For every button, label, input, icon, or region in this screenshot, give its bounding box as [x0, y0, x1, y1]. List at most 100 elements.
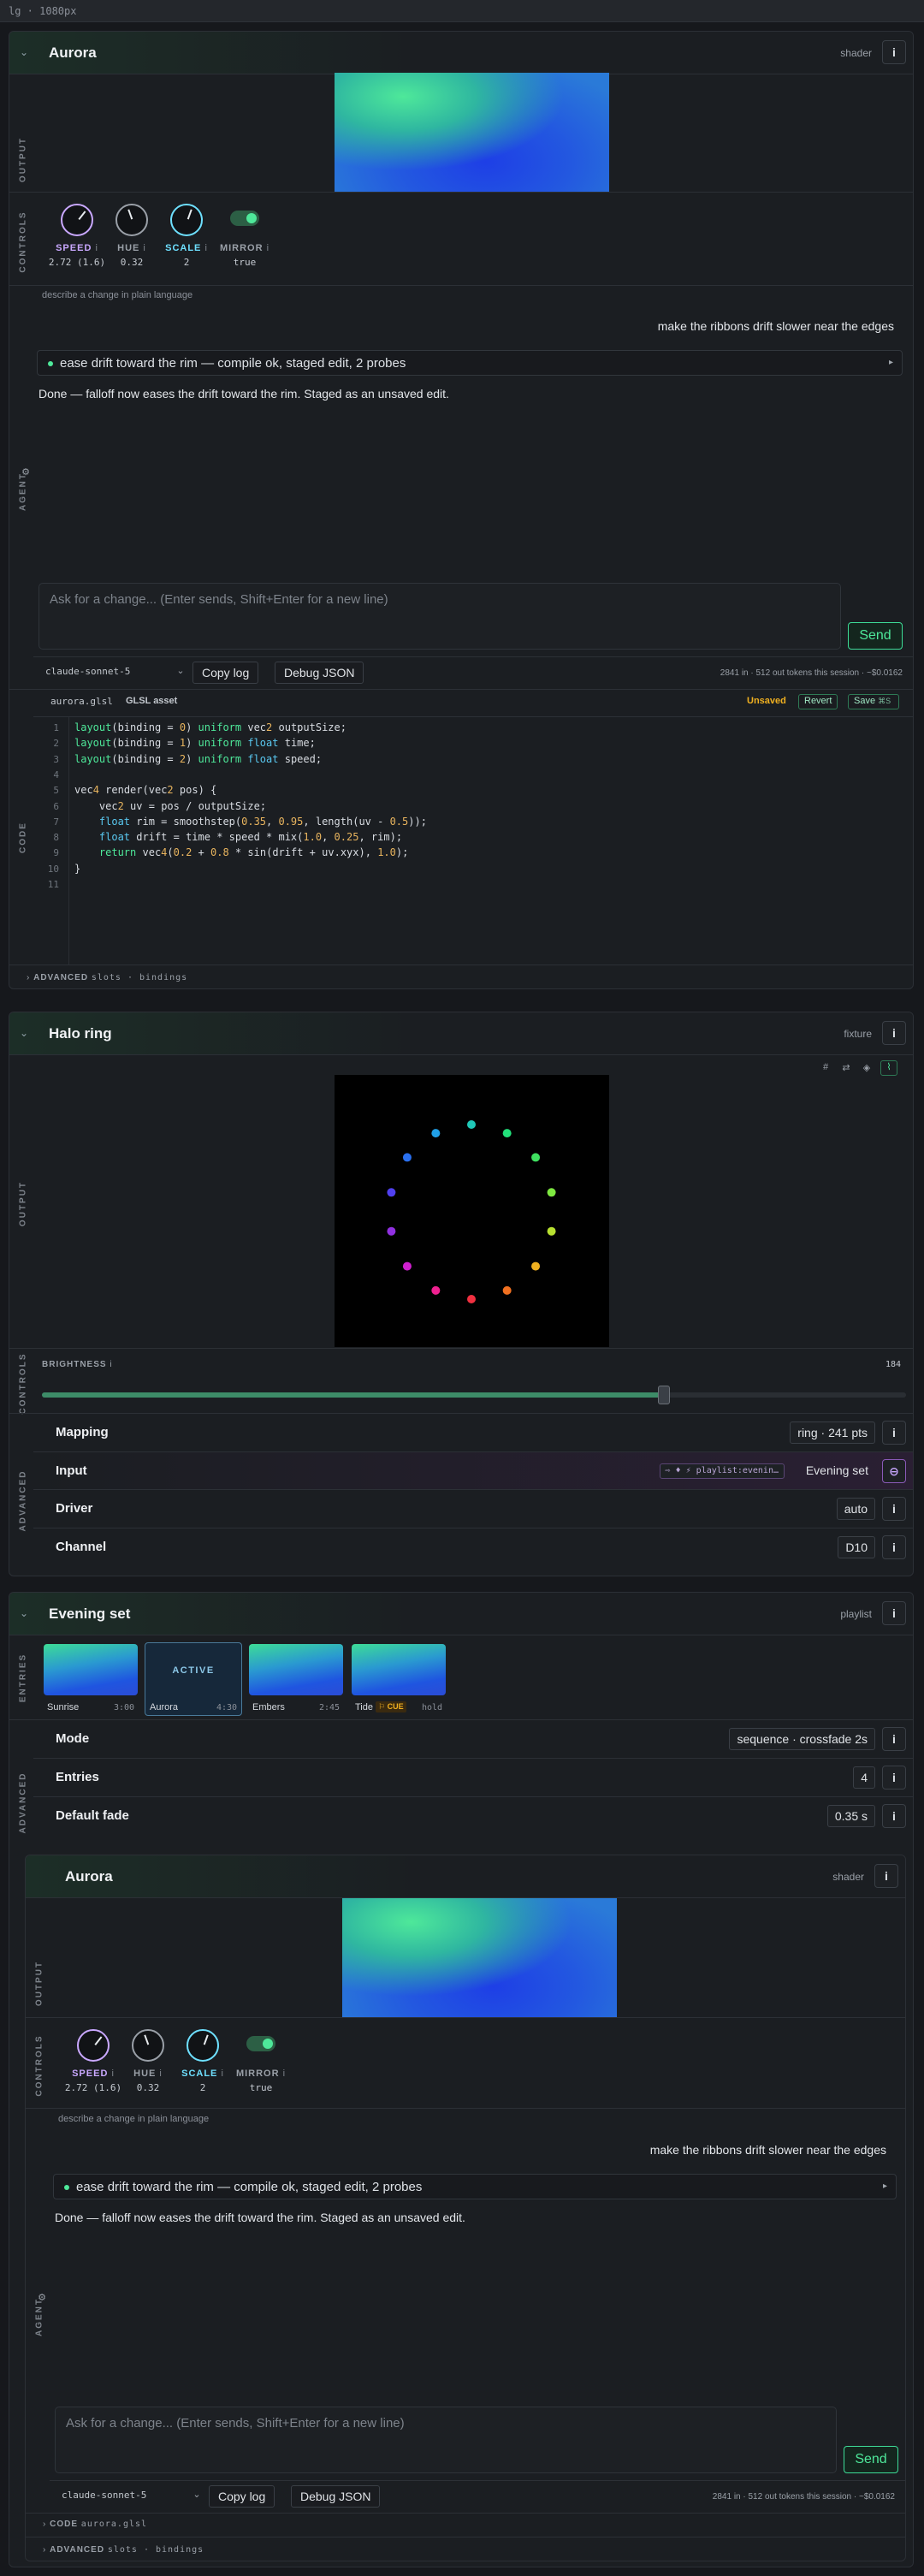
section-label-agent: AGENT	[18, 472, 28, 511]
speed-knob[interactable]	[77, 2029, 110, 2062]
chevron-down-icon[interactable]: ⌄	[172, 665, 189, 676]
copy-log-button[interactable]: Copy log	[192, 662, 259, 684]
hue-knob[interactable]	[132, 2029, 164, 2062]
section-label-agent: AGENT	[34, 2298, 44, 2336]
info-button[interactable]: i	[882, 1766, 906, 1790]
info-button[interactable]: i	[882, 1804, 906, 1828]
property-value[interactable]: sequence · crossfade 2s	[729, 1728, 875, 1750]
ring-pixel	[387, 1226, 396, 1236]
debug-json-button[interactable]: Debug JSON	[275, 662, 364, 684]
property-label: Mapping	[56, 1425, 109, 1439]
collapse-chevron-icon[interactable]: ⌄	[20, 1027, 28, 1039]
info-button[interactable]: i	[874, 1864, 898, 1888]
copy-log-button[interactable]: Copy log	[209, 2485, 275, 2508]
tool-call-row[interactable]: ease drift toward the rim — compile ok, …	[53, 2174, 897, 2199]
section-label-output: OUTPUT	[18, 1180, 28, 1227]
shuffle-icon[interactable]: ⇄	[838, 1062, 855, 1073]
property-value[interactable]: auto	[836, 1498, 875, 1520]
info-button[interactable]: i	[882, 40, 906, 64]
speed-knob[interactable]	[61, 204, 93, 236]
info-button[interactable]: i	[882, 1601, 906, 1625]
section-label-output: OUTPUT	[18, 136, 28, 183]
collapse-chevron-icon[interactable]: ⌄	[20, 46, 28, 58]
slider-handle[interactable]	[658, 1386, 671, 1404]
card-type: shader	[832, 1871, 864, 1883]
property-row-default-fade: Default fade 0.35 s i	[33, 1796, 913, 1834]
ring-pixel	[467, 1120, 476, 1129]
hue-knob[interactable]	[116, 204, 148, 236]
ask-input[interactable]: Ask for a change... (Enter sends, Shift+…	[55, 2407, 837, 2473]
grid-icon[interactable]: #	[817, 1062, 834, 1072]
save-label: Save	[854, 696, 876, 706]
ring-pixel	[547, 1188, 556, 1197]
playlist-entry[interactable]	[352, 1644, 446, 1695]
activity-icon[interactable]: ⌇	[880, 1060, 897, 1076]
mirror-label: MIRROR i	[235, 2069, 287, 2079]
ask-input[interactable]: Ask for a change... (Enter sends, Shift+…	[38, 583, 841, 650]
ring-pixel	[431, 1285, 441, 1295]
brightness-label: BRIGHTNESS i	[42, 1360, 113, 1369]
property-value[interactable]: ring · 241 pts	[790, 1422, 875, 1444]
property-value[interactable]: 0.35 s	[826, 1805, 875, 1827]
tool-call-row[interactable]: ease drift toward the rim — compile ok, …	[37, 350, 903, 376]
info-button[interactable]: i	[882, 1021, 906, 1045]
line-number: 7	[53, 816, 59, 828]
card-title: Aurora	[49, 45, 97, 61]
unsaved-badge: Unsaved	[747, 696, 786, 706]
mirror-toggle[interactable]	[230, 211, 259, 226]
model-select[interactable]: claude-sonnet-5	[62, 2490, 198, 2501]
property-row-mode: Mode sequence · crossfade 2s i	[33, 1719, 913, 1757]
brightness-value: 184	[885, 1360, 901, 1369]
collapse-chevron-icon[interactable]: ⌄	[20, 1607, 28, 1619]
property-value[interactable]: Evening set	[799, 1460, 875, 1482]
info-button[interactable]: i	[882, 1534, 906, 1559]
send-button[interactable]: Send	[844, 2446, 898, 2473]
shader-preview	[342, 1898, 617, 2017]
revert-button[interactable]: Revert	[798, 694, 838, 709]
line-number: 10	[47, 863, 59, 875]
line-number: 8	[53, 832, 59, 844]
scale-knob[interactable]	[187, 2029, 219, 2062]
model-select[interactable]: claude-sonnet-5	[45, 666, 182, 677]
section-label-output: OUTPUT	[34, 1960, 44, 2007]
active-badge: ACTIVE	[172, 1665, 215, 1676]
card-title: Evening set	[49, 1606, 131, 1622]
scale-knob[interactable]	[170, 204, 203, 236]
info-button[interactable]: i	[882, 1497, 906, 1521]
property-value[interactable]: D10	[838, 1535, 875, 1558]
entry-name: Sunrise	[47, 1702, 80, 1712]
code-row[interactable]: › CODE aurora.glsl	[43, 2520, 147, 2529]
agent-message: Done — falloff now eases the drift towar…	[38, 387, 449, 401]
shader-preview	[335, 73, 609, 192]
token-usage: 2841 in · 512 out tokens this session · …	[720, 668, 903, 678]
card-title: Aurora	[65, 1868, 113, 1885]
ring-pixel	[467, 1295, 476, 1303]
code-editor[interactable]: 1 layout(binding = 0) uniform vec2 output…	[9, 717, 913, 965]
info-button[interactable]: i	[882, 1727, 906, 1751]
status-dot-icon	[64, 2185, 69, 2191]
playlist-entry[interactable]	[44, 1644, 138, 1695]
property-label: Channel	[56, 1539, 107, 1554]
advanced-row[interactable]: › ADVANCED slots · bindings	[27, 973, 187, 982]
advanced-row[interactable]: › ADVANCED slots · bindings	[43, 2545, 204, 2555]
input-source-chip[interactable]: ⇨ ♦ ⚡ playlist:evenin…	[659, 1463, 785, 1479]
expand-arrow-icon[interactable]: ▸	[889, 358, 893, 367]
playlist-entry[interactable]	[249, 1644, 343, 1695]
halo-card: ⌄ Halo ring fixture i # ⇄ ◈ ⌇ OUTPUT CON…	[9, 1012, 914, 1576]
mirror-label: MIRROR i	[219, 243, 270, 253]
agent-hint: describe a change in plain language	[42, 290, 193, 300]
aurora-card: ⌄ Aurora shader i OUTPUT CONTROLS SPEED …	[9, 31, 914, 989]
layers-icon[interactable]: ◈	[858, 1062, 875, 1073]
ring-pixel	[402, 1261, 412, 1271]
link-button[interactable]: ⊖	[882, 1458, 906, 1483]
expand-arrow-icon[interactable]: ▸	[883, 2181, 887, 2191]
save-button[interactable]: Save ⌘S	[848, 694, 899, 709]
entry-duration: 3:00	[114, 1703, 135, 1712]
brightness-slider[interactable]	[42, 1386, 906, 1404]
debug-json-button[interactable]: Debug JSON	[291, 2485, 381, 2508]
info-button[interactable]: i	[882, 1421, 906, 1445]
mirror-toggle[interactable]	[246, 2036, 275, 2051]
property-value[interactable]: 4	[853, 1766, 875, 1789]
send-button[interactable]: Send	[848, 622, 903, 650]
chevron-down-icon[interactable]: ⌄	[188, 2489, 205, 2500]
